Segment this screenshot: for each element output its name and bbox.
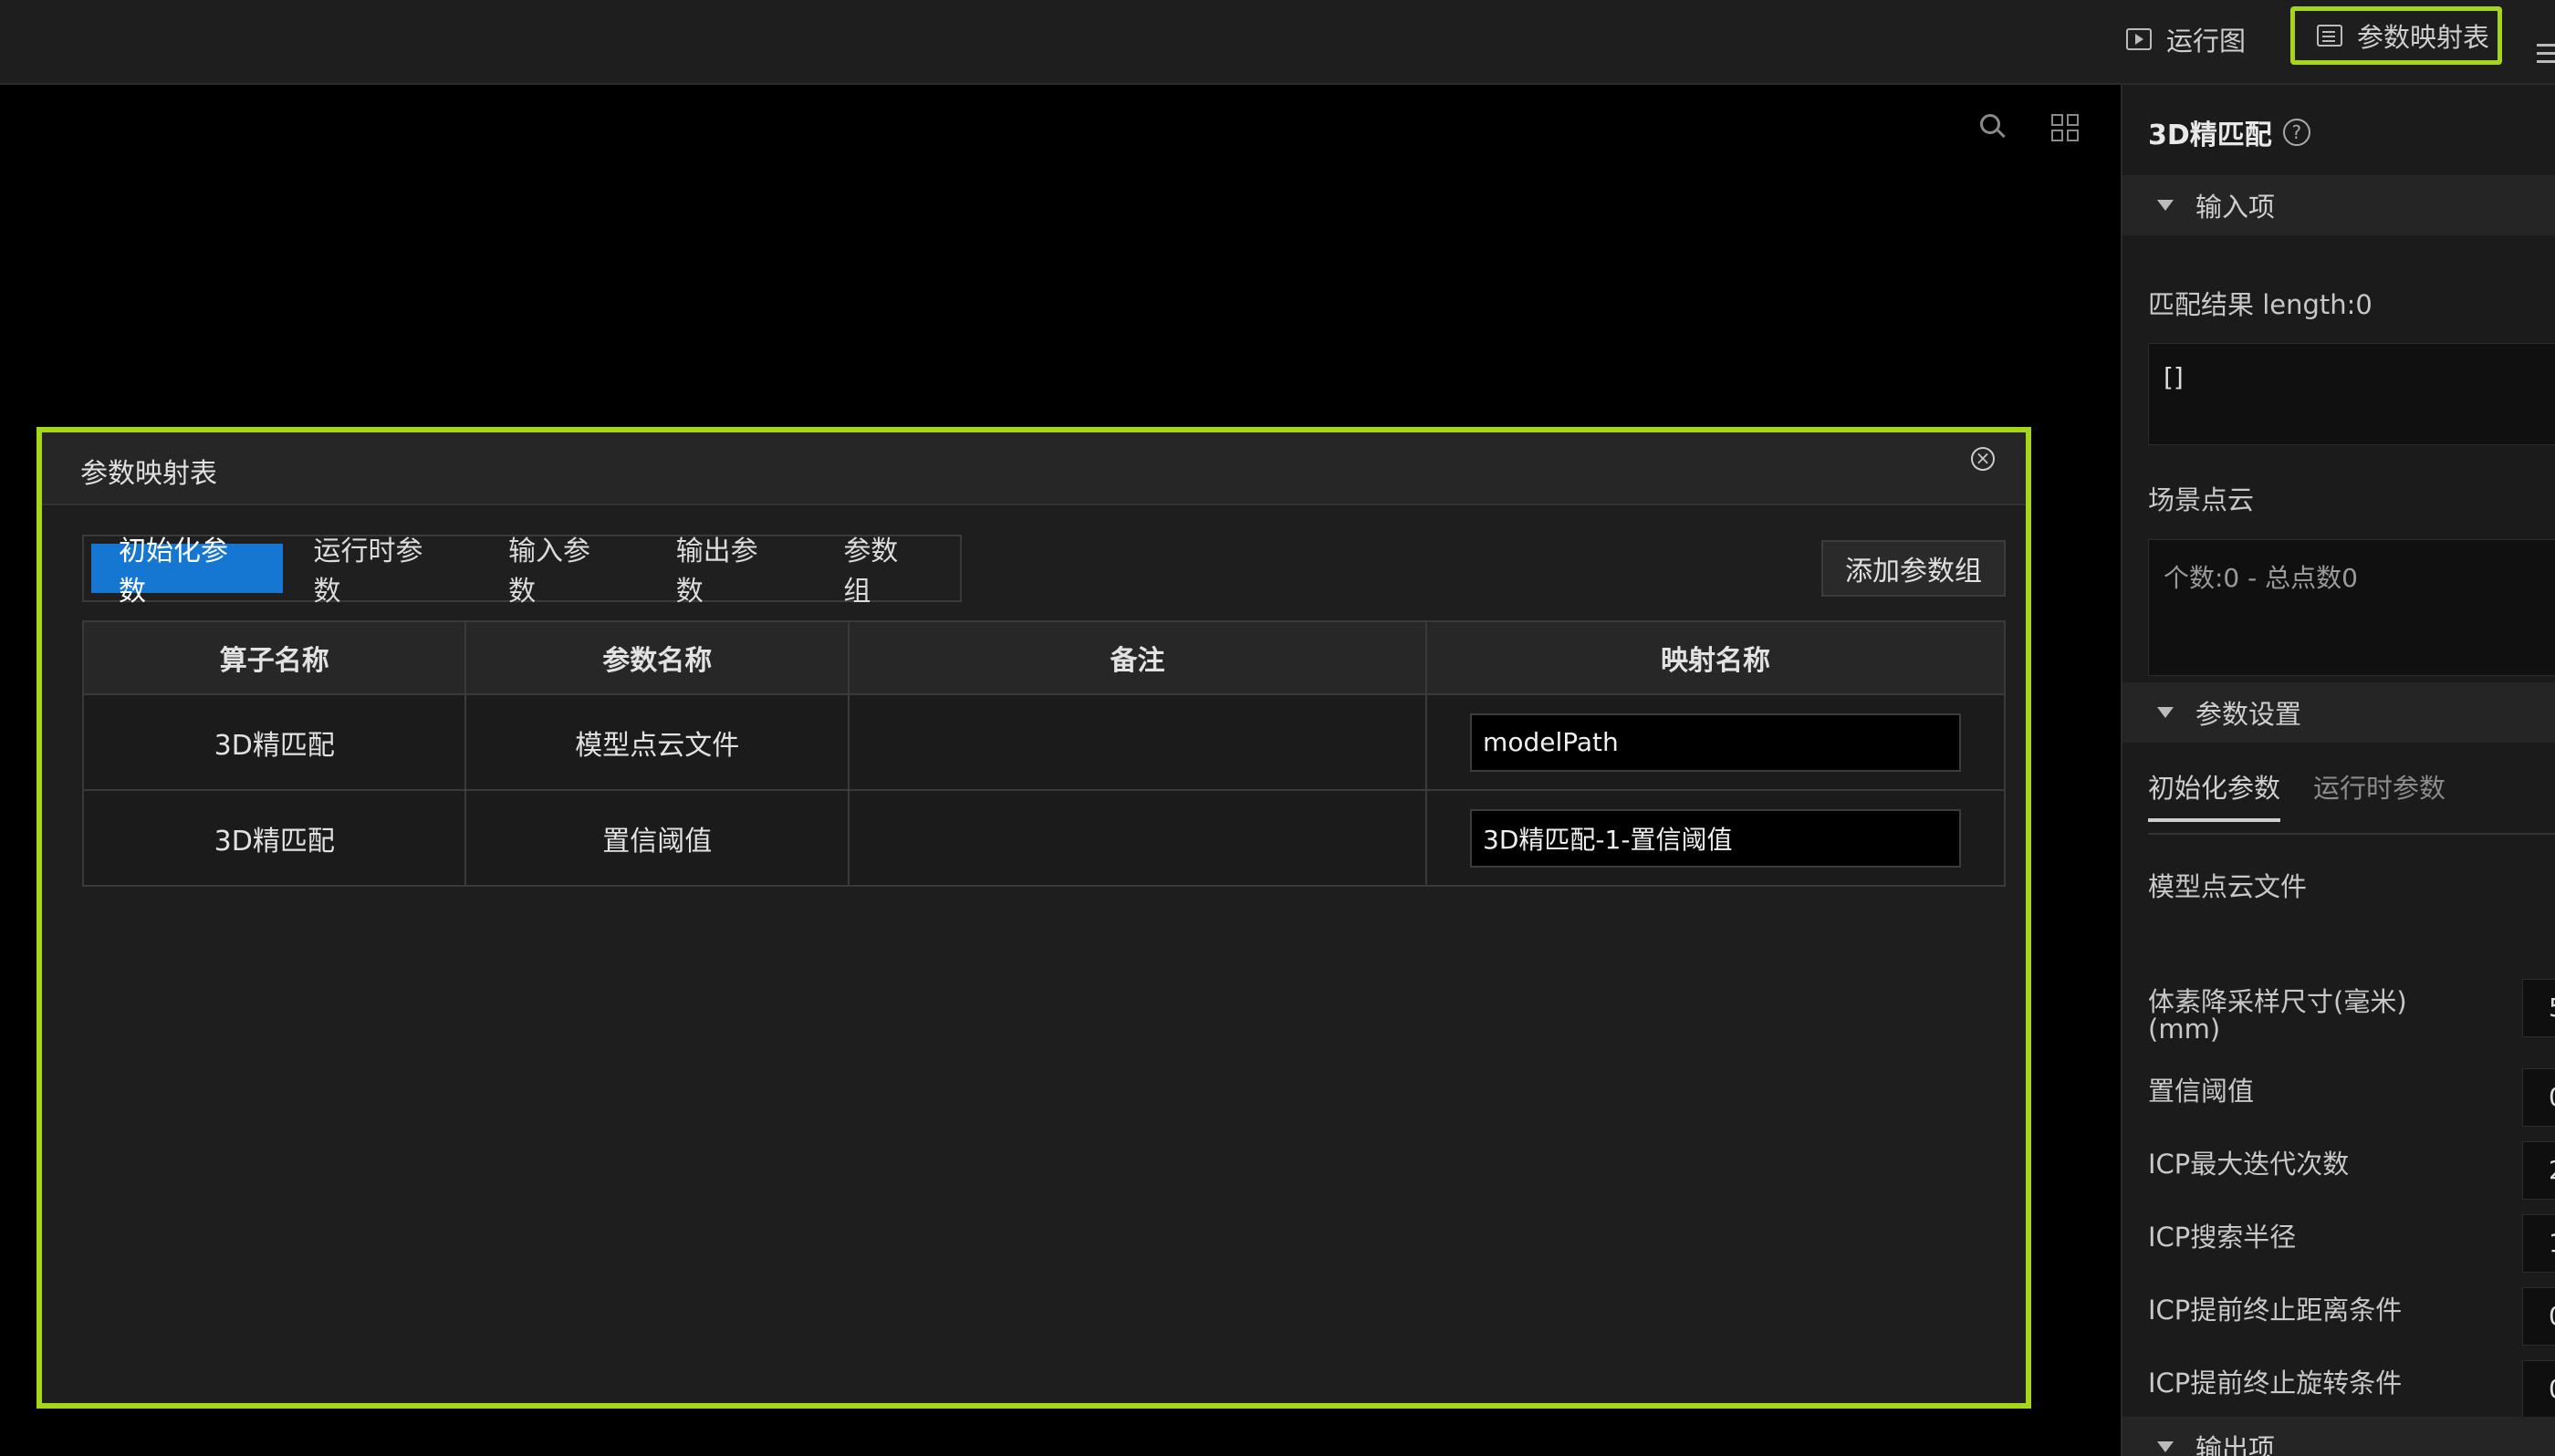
mapping-cell bbox=[1425, 789, 2006, 887]
tab-output-params[interactable]: 输出参数 bbox=[649, 536, 813, 608]
run-graph-label: 运行图 bbox=[2166, 26, 2247, 57]
table-row: 3D精匹配 置信阈值 bbox=[81, 789, 2006, 887]
dialog-header: 参数映射表 × bbox=[42, 432, 2026, 505]
menu-button[interactable] bbox=[2537, 18, 2555, 71]
operator-cell: 3D精匹配 bbox=[81, 693, 467, 791]
column-header: 备注 bbox=[847, 620, 1428, 695]
column-header: 映射名称 bbox=[1425, 620, 2006, 695]
column-header: 参数名称 bbox=[464, 620, 850, 695]
param-label: ICP最大迭代次数 bbox=[2148, 1149, 2350, 1180]
param-map-button[interactable]: 参数映射表 bbox=[2290, 6, 2502, 65]
param-label: ICP提前终止旋转条件 bbox=[2148, 1368, 2403, 1399]
collapse-triangle-icon bbox=[2157, 200, 2174, 211]
param-label: ICP提前终止距离条件 bbox=[2148, 1295, 2403, 1326]
param-label: 体素降采样尺寸(毫米)(mm) bbox=[2148, 986, 2407, 1045]
operator-cell: 3D精匹配 bbox=[81, 789, 467, 887]
input-section-header[interactable]: 输入项 bbox=[2122, 175, 2555, 235]
play-icon bbox=[2126, 28, 2152, 50]
run-graph-button[interactable]: 运行图 bbox=[2126, 13, 2246, 66]
param-value-input[interactable]: 5 bbox=[2522, 979, 2555, 1037]
tab-init-params[interactable]: 初始化参数 bbox=[91, 536, 283, 608]
panel-title: 3D精匹配 ? bbox=[2148, 112, 2310, 152]
match-result-box: [] bbox=[2148, 343, 2555, 445]
param-row: 体素降采样尺寸(毫米)(mm) 5 bbox=[2148, 979, 2555, 1045]
param-cell: 模型点云文件 bbox=[464, 693, 850, 791]
note-cell bbox=[847, 693, 1428, 791]
param-row: ICP搜索半径 10 bbox=[2148, 1214, 2555, 1278]
model-file-label: 模型点云文件 bbox=[2148, 871, 2308, 902]
column-header: 算子名称 bbox=[81, 620, 467, 695]
dialog-title: 参数映射表 bbox=[80, 458, 217, 490]
help-icon[interactable]: ? bbox=[2282, 119, 2310, 146]
top-toolbar: 运行图 参数映射表 bbox=[0, 0, 2555, 85]
tab-param-groups[interactable]: 参数组 bbox=[816, 536, 953, 608]
mapping-cell bbox=[1425, 693, 2006, 791]
tab-divider bbox=[2148, 833, 2555, 835]
mapping-name-input[interactable] bbox=[1470, 712, 1962, 772]
param-row: ICP最大迭代次数 20 bbox=[2148, 1141, 2555, 1205]
dialog-tabs: 初始化参数 运行时参数 输入参数 输出参数 参数组 bbox=[82, 535, 962, 608]
panel-tab-init[interactable]: 初始化参数 bbox=[2148, 767, 2281, 822]
param-value-input[interactable]: 0.5 bbox=[2522, 1068, 2555, 1127]
table-row: 3D精匹配 模型点云文件 bbox=[81, 693, 2006, 791]
param-section-label: 参数设置 bbox=[2195, 699, 2302, 730]
mapping-table: 算子名称 参数名称 备注 映射名称 3D精匹配 模型点云文件 3D精匹配 置信阈… bbox=[81, 620, 2006, 887]
canvas-toolbar bbox=[1980, 114, 2079, 141]
param-value-input[interactable]: 10 bbox=[2522, 1214, 2555, 1273]
param-value-input[interactable]: 0.1 bbox=[2522, 1360, 2555, 1419]
panel-title-text: 3D精匹配 bbox=[2148, 120, 2272, 151]
param-label: ICP搜索半径 bbox=[2148, 1222, 2297, 1253]
list-icon bbox=[2317, 25, 2342, 47]
table-header-row: 算子名称 参数名称 备注 映射名称 bbox=[81, 620, 2006, 695]
param-map-dialog: 参数映射表 × 初始化参数 运行时参数 输入参数 输出参数 参数组 添加参数组 … bbox=[36, 427, 2031, 1409]
panel-tab-runtime[interactable]: 运行时参数 bbox=[2313, 767, 2446, 822]
scene-cloud-box: 个数:0 - 总点数0 bbox=[2148, 539, 2555, 676]
param-value-input[interactable]: 20 bbox=[2522, 1141, 2555, 1200]
properties-panel: 3D精匹配 ? 输入项 匹配结果 length:0 [] 场景点云 个数:0 -… bbox=[2121, 85, 2555, 1456]
collapse-triangle-icon bbox=[2157, 1441, 2174, 1452]
mapping-name-input[interactable] bbox=[1470, 808, 1962, 868]
match-result-label: 匹配结果 length:0 bbox=[2148, 289, 2372, 320]
menu-icon bbox=[2537, 43, 2555, 47]
param-map-label: 参数映射表 bbox=[2357, 22, 2490, 53]
input-section-label: 输入项 bbox=[2195, 192, 2276, 223]
scene-cloud-label: 场景点云 bbox=[2148, 484, 2255, 515]
layout-grid-icon[interactable] bbox=[2051, 114, 2079, 141]
param-row: 置信阈值 0.5 bbox=[2148, 1068, 2555, 1132]
output-section-label: 输出项 bbox=[2195, 1433, 2276, 1456]
note-cell bbox=[847, 789, 1428, 887]
collapse-triangle-icon bbox=[2157, 707, 2174, 718]
search-icon[interactable] bbox=[1980, 114, 2000, 134]
param-row: ICP提前终止距离条件 0.1 bbox=[2148, 1287, 2555, 1351]
tab-runtime-params[interactable]: 运行时参数 bbox=[287, 536, 478, 608]
param-label: 置信阈值 bbox=[2148, 1076, 2255, 1107]
param-section-header[interactable]: 参数设置 bbox=[2122, 682, 2555, 743]
tab-input-params[interactable]: 输入参数 bbox=[481, 536, 645, 608]
output-section-header[interactable]: 输出项 bbox=[2122, 1417, 2555, 1456]
param-cell: 置信阈值 bbox=[464, 789, 850, 887]
close-icon[interactable]: × bbox=[1971, 447, 1995, 471]
param-value-input[interactable]: 0.1 bbox=[2522, 1287, 2555, 1346]
add-param-group-button[interactable]: 添加参数组 bbox=[1821, 540, 2006, 597]
param-row: ICP提前终止旋转条件 0.1 bbox=[2148, 1360, 2555, 1424]
panel-tabs: 初始化参数 运行时参数 bbox=[2148, 767, 2446, 822]
